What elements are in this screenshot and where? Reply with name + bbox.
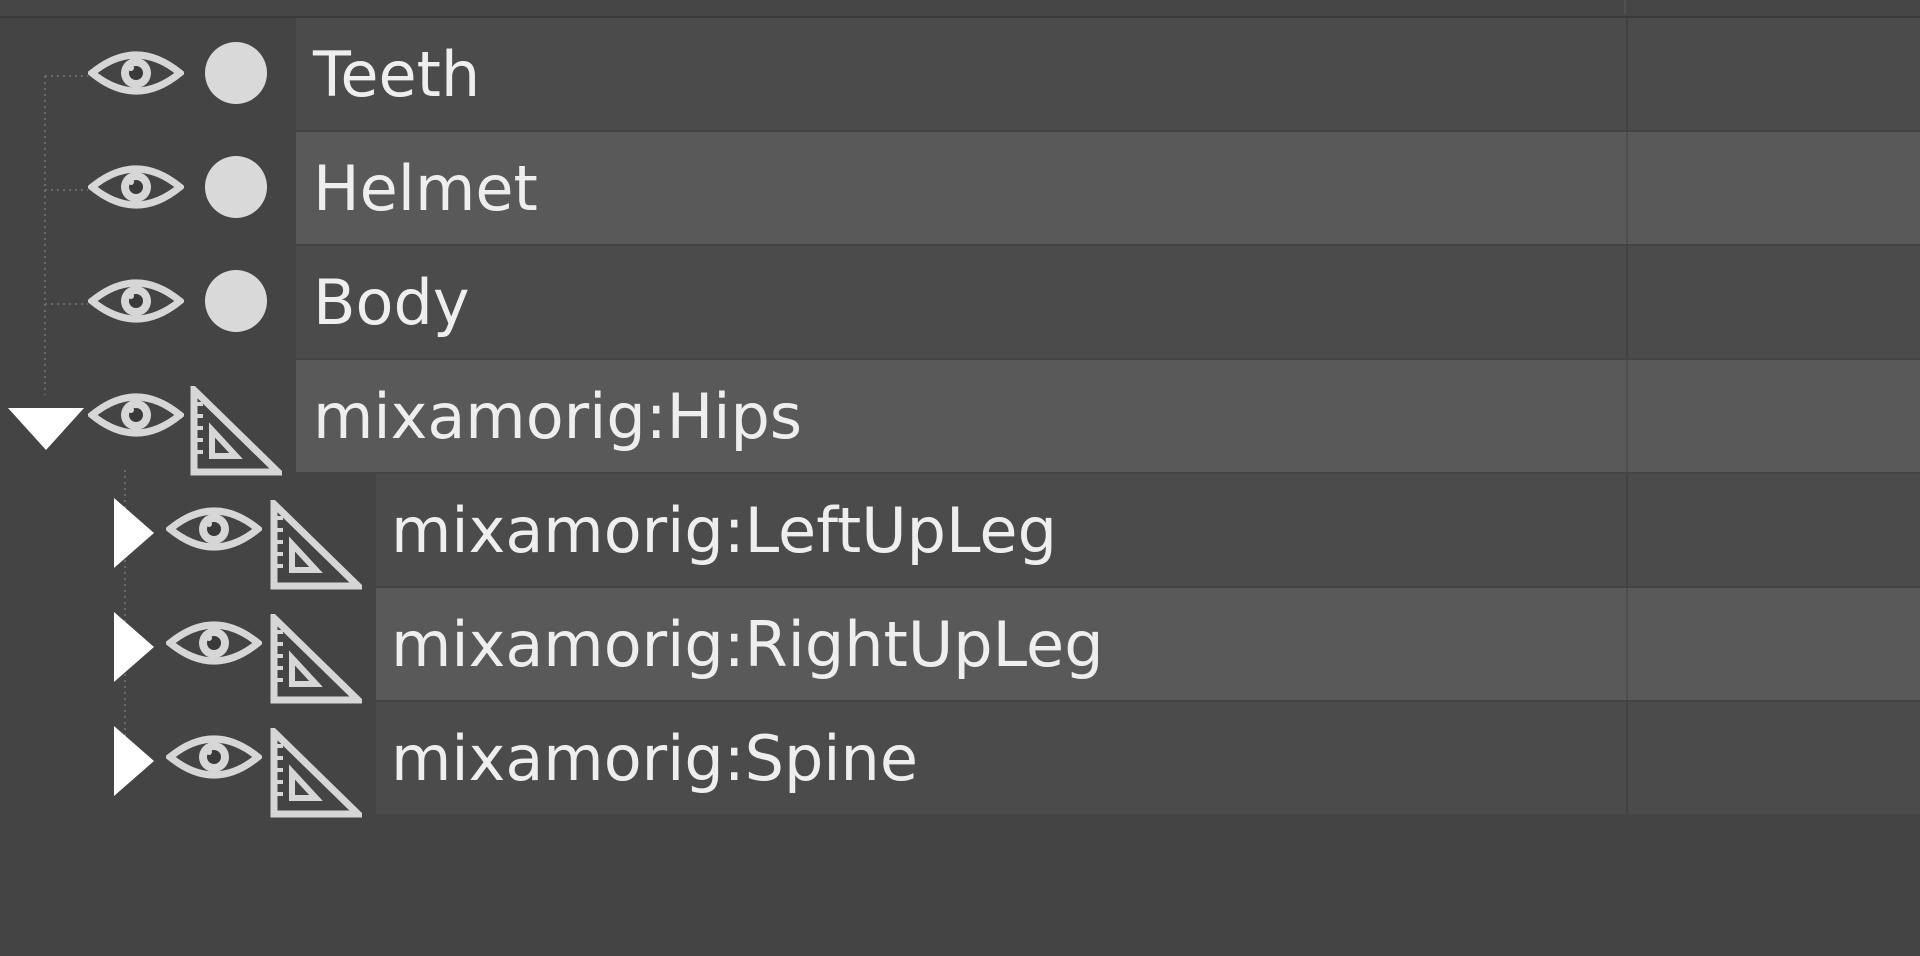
eye-icon[interactable] [88, 159, 184, 215]
eye-icon[interactable] [88, 45, 184, 101]
eye-icon[interactable] [88, 387, 184, 443]
outliner-row-leftupleg[interactable]: mixamorig:LeftUpLeg [0, 474, 1920, 590]
mesh-sphere-icon [205, 270, 267, 332]
outliner-row-rightupleg[interactable]: mixamorig:RightUpLeg [0, 588, 1920, 704]
eye-icon[interactable] [88, 273, 184, 329]
outliner-header [0, 0, 1920, 18]
joint-icon [190, 386, 282, 476]
eye-icon[interactable] [166, 501, 262, 557]
outliner-row-spine[interactable]: mixamorig:Spine [0, 702, 1920, 818]
outliner-row-helmet[interactable]: Helmet [0, 132, 1920, 246]
outliner-item-label: Teeth [313, 38, 481, 111]
outliner-item-label: mixamorig:Spine [391, 722, 918, 795]
expand-right-arrow-icon[interactable] [114, 498, 154, 568]
outliner-row-body[interactable]: Body [0, 246, 1920, 360]
eye-icon[interactable] [166, 615, 262, 671]
eye-icon[interactable] [166, 729, 262, 785]
outliner-item-label: mixamorig:RightUpLeg [391, 608, 1104, 681]
outliner-item-label: mixamorig:LeftUpLeg [391, 494, 1057, 567]
joint-icon [270, 614, 362, 704]
outliner-item-label: mixamorig:Hips [313, 380, 803, 453]
outliner-row-teeth[interactable]: Teeth [0, 18, 1920, 132]
outliner-panel: Teeth Helmet Body mixamorig:Hips mixamor… [0, 0, 1920, 956]
outliner-item-label: Body [313, 266, 470, 339]
joint-icon [270, 728, 362, 818]
expand-down-arrow-icon[interactable] [8, 408, 84, 450]
expand-right-arrow-icon[interactable] [114, 726, 154, 796]
joint-icon [270, 500, 362, 590]
expand-right-arrow-icon[interactable] [114, 612, 154, 682]
outliner-row-hips[interactable]: mixamorig:Hips [0, 360, 1920, 476]
mesh-sphere-icon [205, 42, 267, 104]
header-column-divider[interactable] [1624, 0, 1626, 14]
mesh-sphere-icon [205, 156, 267, 218]
outliner-item-label: Helmet [313, 152, 538, 225]
